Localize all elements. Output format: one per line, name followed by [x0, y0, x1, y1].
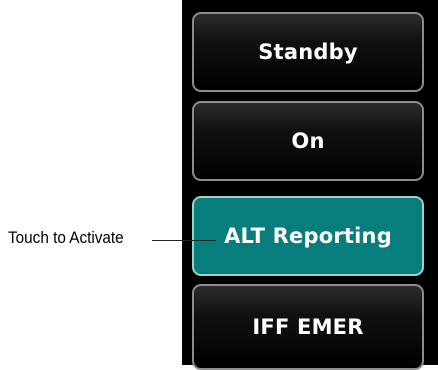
standby-button-label: Standby — [258, 40, 358, 64]
standby-button[interactable]: Standby — [192, 12, 424, 92]
on-button[interactable]: On — [192, 101, 424, 181]
alt-reporting-button[interactable]: ALT Reporting — [192, 196, 424, 276]
callout-leader-line — [152, 240, 216, 241]
iff-emer-button-label: IFF EMER — [252, 315, 364, 339]
callout-label: Touch to Activate — [8, 228, 124, 247]
on-button-label: On — [291, 129, 325, 153]
iff-emer-button[interactable]: IFF EMER — [192, 284, 424, 370]
alt-reporting-button-label: ALT Reporting — [224, 224, 392, 248]
